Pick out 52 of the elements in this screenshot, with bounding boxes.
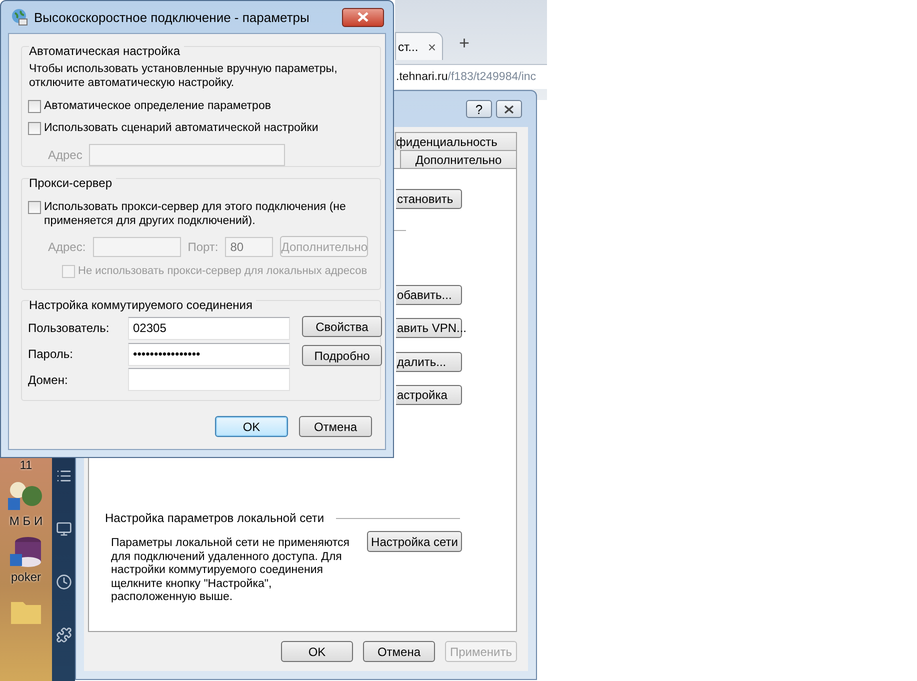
field-label: Адрес — [48, 148, 82, 162]
instruction-text: Чтобы использовать установленные вручную параметры, отключите автоматическую настройку. — [29, 62, 338, 90]
dialog-button[interactable]: астройка — [396, 385, 462, 405]
dialog-button[interactable]: OK — [281, 641, 353, 662]
globe-icon — [10, 8, 28, 26]
close-button[interactable] — [496, 100, 522, 118]
close-button[interactable] — [342, 8, 384, 26]
tab-close-button[interactable]: × — [428, 38, 436, 54]
puzzle-icon[interactable] — [56, 627, 72, 643]
text-field[interactable] — [128, 368, 290, 391]
text-field[interactable]: 02305 — [128, 316, 290, 340]
desktop-icon-label: 11 — [20, 458, 32, 472]
close-icon — [357, 12, 369, 22]
checkbox[interactable] — [28, 122, 41, 135]
poker-chips-icon[interactable] — [8, 534, 44, 568]
field-label: Пользователь: — [28, 321, 110, 335]
dialog-button[interactable]: OK — [215, 416, 288, 437]
dialog-button[interactable]: Отмена — [363, 641, 435, 662]
password-field[interactable]: •••••••••••••••• — [128, 342, 290, 366]
dialog-button[interactable]: становить — [396, 189, 462, 209]
new-tab-button[interactable]: + — [459, 33, 470, 54]
section-heading: Настройка параметров локальной сети — [105, 511, 324, 525]
network-settings-button[interactable]: Настройка сети — [367, 531, 462, 552]
dialog-button[interactable]: обавить... — [396, 285, 462, 305]
tab[interactable]: фиденциальность — [395, 132, 517, 150]
field-label: Порт: — [188, 240, 218, 254]
clock-icon[interactable] — [56, 574, 72, 590]
list-icon[interactable] — [56, 468, 72, 484]
close-icon — [504, 104, 514, 114]
address-bar[interactable]: .tehnari.ru/f183/t249984/inc — [395, 64, 547, 89]
help-button[interactable]: ? — [466, 100, 492, 118]
desktop-icon-label: М Б И — [9, 514, 43, 528]
desktop-icon-label: poker — [10, 570, 42, 584]
checkbox-label[interactable]: Использовать сценарий автоматической настройки — [44, 121, 318, 135]
group-heading: Автоматическая настройка — [29, 44, 184, 58]
tab-title: ст... — [398, 40, 418, 54]
dialog-button[interactable]: Отмена — [299, 416, 372, 437]
window-title: Высокоскоростное подключение - параметры — [34, 10, 310, 24]
checkbox[interactable] — [28, 100, 41, 113]
checkbox-label[interactable]: Автоматическое определение параметров — [44, 99, 271, 113]
browser-tab[interactable]: ст... × — [395, 32, 443, 60]
field-label: Пароль: — [28, 347, 74, 361]
field-label: Адрес: — [48, 240, 86, 254]
lan-description: Параметры локальной сети не применяются для подключений удаленного доступа. Для настройки коммутируемого соединения щелкните кнопку "Настройка", расположенную выше. — [111, 537, 350, 604]
monitor-icon[interactable] — [56, 521, 72, 537]
field-label: Домен: — [28, 372, 69, 386]
dialog-button[interactable]: Подробно — [302, 345, 382, 366]
tab[interactable]: Дополнительно — [400, 150, 517, 168]
group-heading: Прокси-сервер — [29, 176, 116, 190]
dialog-button[interactable]: далить... — [396, 352, 462, 372]
group-heading: Настройка коммутируемого соединения — [29, 298, 256, 312]
dialog-button[interactable]: Свойства — [302, 316, 382, 337]
